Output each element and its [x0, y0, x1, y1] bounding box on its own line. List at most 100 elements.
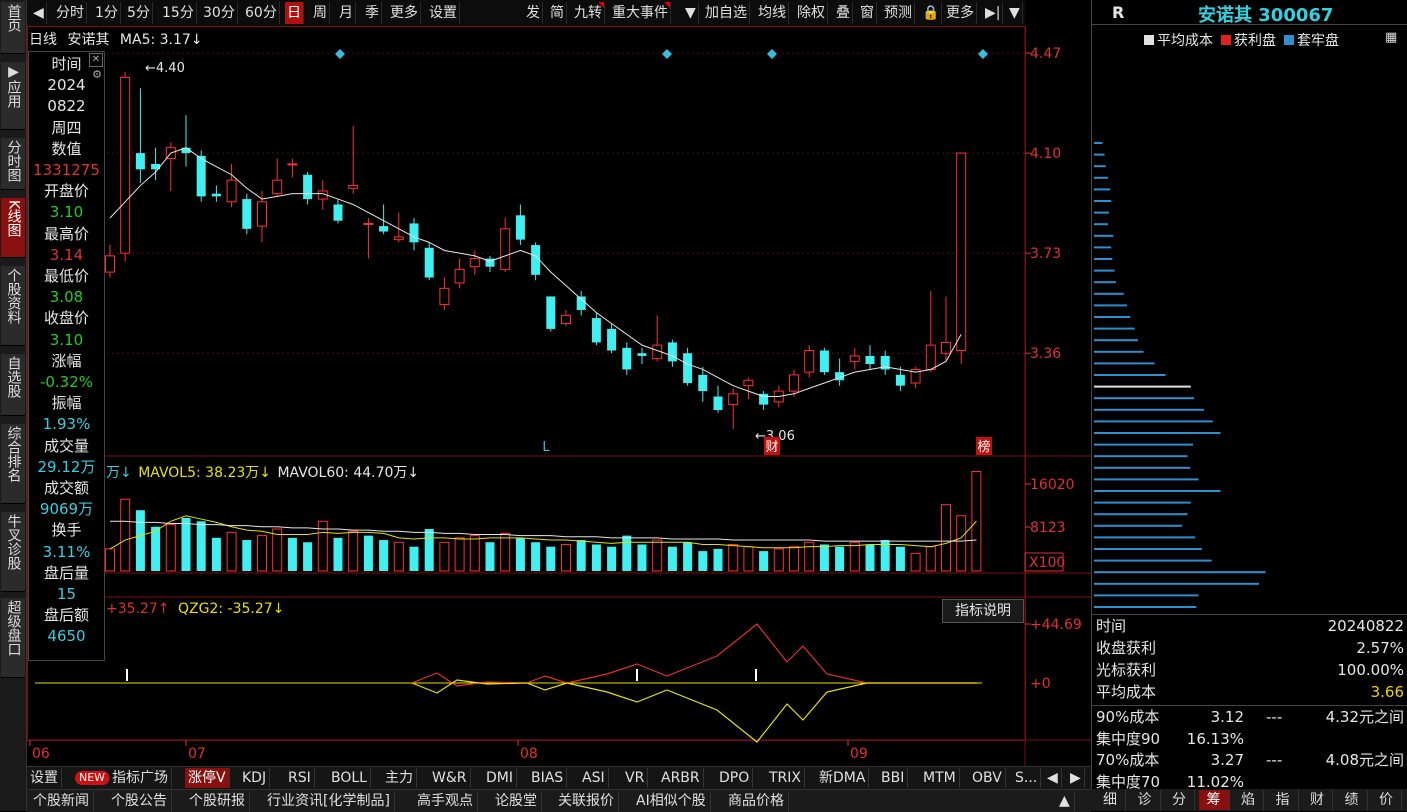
toolbar-item-22[interactable]: 窗 — [858, 2, 877, 24]
indicator-tab-17[interactable]: BBI — [878, 768, 909, 788]
toolbar-item-10[interactable]: 季 — [363, 2, 382, 24]
indicator-tab-14[interactable]: DPO — [716, 768, 754, 788]
toolbar-item-7[interactable]: 日 — [285, 2, 304, 24]
news-tab-1[interactable]: 个股公告 — [107, 791, 172, 811]
indicator-tab-5[interactable]: RSI — [285, 768, 315, 788]
news-tab-5[interactable]: 论股堂 — [491, 791, 542, 811]
nav-item-6[interactable]: 综合排名 — [1, 424, 25, 504]
toolbar-item-17[interactable]: ▼ — [683, 2, 699, 24]
indicator-tab-7[interactable]: 主力 — [382, 768, 417, 788]
news-tab-0[interactable]: 个股新闻 — [29, 791, 94, 811]
nav-item-0[interactable]: 首页 — [1, 2, 25, 54]
toolbar-item-16[interactable]: 重大事件 — [610, 2, 671, 24]
toolbar-item-9[interactable]: 月 — [337, 2, 356, 24]
chip-bar — [1094, 408, 1204, 411]
toolbar-item-3[interactable]: 5分 — [125, 2, 153, 24]
nav-item-1[interactable]: ▶应用 — [1, 62, 25, 130]
toolbar-item-12[interactable]: 设置 — [427, 2, 460, 24]
indicator-tab-20[interactable]: S... — [1012, 768, 1042, 788]
right-tab-3[interactable]: 筹 — [1198, 790, 1230, 810]
toolbar-item-0[interactable]: ◀ — [31, 2, 47, 24]
toolbar-item-4[interactable]: 15分 — [160, 2, 197, 24]
chip-bars[interactable] — [1092, 30, 1407, 615]
info-row: 涨幅 — [51, 351, 82, 370]
indicator-tab-4[interactable]: KDJ — [239, 768, 271, 788]
volume-bar — [895, 546, 905, 571]
date-tick-label: 09 — [850, 746, 868, 762]
right-tab-0[interactable]: 细 — [1095, 790, 1126, 810]
toolbar-item-20[interactable]: 除权 — [795, 2, 828, 24]
indicator-tab-1[interactable]: NEW — [75, 771, 111, 785]
news-tab-9[interactable]: ▲ — [1055, 791, 1075, 811]
info-row: -0.32% — [39, 373, 94, 391]
toolbar-item-24[interactable]: 🔒 — [920, 2, 943, 24]
volume-bar — [728, 543, 739, 572]
indicator-tab-16[interactable]: 新DMA — [816, 768, 870, 788]
right-tab-8[interactable]: 价 — [1371, 790, 1402, 810]
toolbar-item-14[interactable]: 简 — [548, 2, 567, 24]
nav-item-label: K线图 — [5, 200, 22, 238]
right-tab-6[interactable]: 财 — [1302, 790, 1333, 810]
indicator-tab-13[interactable]: ARBR — [658, 768, 704, 788]
indicator-tab-18[interactable]: MTM — [920, 768, 960, 788]
nav-item-2[interactable]: 分时图 — [1, 138, 25, 190]
toolbar-item-5[interactable]: 30分 — [201, 2, 238, 24]
indicator-tab-11[interactable]: ASI — [579, 768, 609, 788]
toolbar-item-27[interactable]: ▼ — [1007, 2, 1023, 24]
indicator-tab-8[interactable]: W&R — [429, 768, 471, 788]
news-tab-6[interactable]: 关联报价 — [554, 791, 619, 811]
toolbar-item-26[interactable]: ▶| — [983, 2, 1004, 24]
toolbar-item-19[interactable]: 均线 — [756, 2, 789, 24]
chip-bar — [1094, 339, 1138, 342]
indicator-tab-22[interactable]: ▶ — [1067, 768, 1085, 788]
right-tab-2[interactable]: 分 — [1164, 790, 1195, 810]
toolbar-item-1[interactable]: 分时 — [54, 2, 87, 24]
volume-bar — [637, 544, 647, 571]
kline-chart[interactable]: 4.474.103.733.36←4.40←3.06L 财榜160208123X1… — [27, 26, 1091, 766]
info-row: 最高价 — [43, 224, 89, 243]
candle-body — [713, 396, 723, 411]
indicator-tab-6[interactable]: BOLL — [328, 768, 371, 788]
news-tab-3[interactable]: 行业资讯[化学制品] — [263, 791, 395, 811]
toolbar-item-11[interactable]: 更多 — [388, 2, 421, 24]
indicator-tab-2[interactable]: 指标广场 — [109, 768, 172, 788]
nav-item-3[interactable]: K线图 — [1, 198, 25, 258]
volume-bar — [925, 546, 936, 572]
indicator-tab-10[interactable]: BIAS — [528, 768, 568, 788]
info-row: 15 — [56, 585, 77, 603]
chip-bar — [1094, 246, 1112, 249]
toolbar-item-21[interactable]: 叠 — [834, 2, 853, 24]
nav-item-label: 超级盘口 — [5, 600, 22, 656]
news-tab-8[interactable]: 商品价格 — [724, 791, 789, 811]
toolbar-item-6[interactable]: 60分 — [243, 2, 280, 24]
toolbar-item-15[interactable]: 九转 — [572, 2, 605, 24]
news-tab-7[interactable]: AI相似个股 — [632, 791, 711, 811]
right-tab-7[interactable]: 绩 — [1337, 790, 1368, 810]
nav-item-7[interactable]: 牛叉诊股 — [1, 512, 25, 592]
candle-body — [667, 342, 677, 362]
nav-item-4[interactable]: 个股资料 — [1, 266, 25, 346]
toolbar-item-18[interactable]: 加自选 — [703, 2, 750, 24]
volume-bar — [652, 539, 663, 572]
toolbar-item-8[interactable]: 周 — [311, 2, 330, 24]
indicator-tab-12[interactable]: VR — [622, 768, 649, 788]
news-tab-2[interactable]: 个股研报 — [185, 791, 250, 811]
indicator-tab-19[interactable]: OBV — [969, 768, 1006, 788]
indicator-tab-15[interactable]: TRIX — [766, 768, 805, 788]
right-tab-5[interactable]: 指 — [1268, 790, 1299, 810]
nav-item-label: 个股资料 — [5, 268, 22, 324]
right-tab-4[interactable]: 焰 — [1233, 790, 1264, 810]
indicator-tab-21[interactable]: ◀ — [1044, 768, 1062, 788]
toolbar-item-2[interactable]: 1分 — [93, 2, 121, 24]
indicator-tab-3[interactable]: 涨停V — [185, 768, 230, 788]
nav-item-5[interactable]: 自选股 — [1, 354, 25, 416]
toolbar-item-13[interactable]: 发 — [524, 2, 543, 24]
indicator-tab-0[interactable]: 设置 — [27, 768, 62, 788]
right-tab-1[interactable]: 诊 — [1130, 790, 1161, 810]
news-tab-4[interactable]: 高手观点 — [413, 791, 478, 811]
toolbar-item-25[interactable]: 更多 — [944, 2, 977, 24]
toolbar-item-23[interactable]: 预测 — [882, 2, 915, 24]
nav-item-8[interactable]: 超级盘口 — [1, 598, 25, 678]
indicator-tab-9[interactable]: DMI — [483, 768, 517, 788]
indicator-explain-button[interactable]: 指标说明 — [942, 599, 1024, 623]
